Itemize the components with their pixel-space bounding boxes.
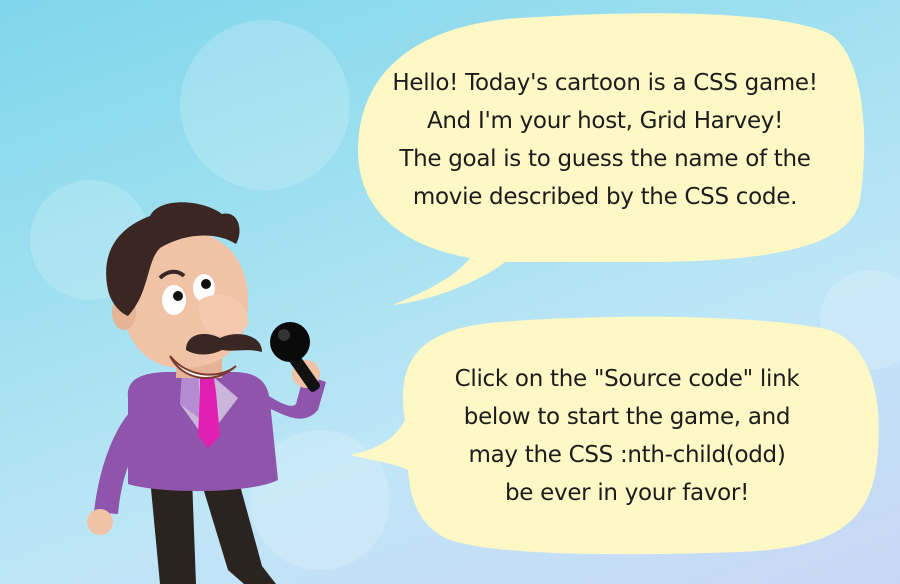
microphone-shine (278, 329, 290, 341)
bubble-top-line: movie described by the CSS code. (412, 184, 798, 210)
speech-bubble-bottom-text: Click on the "Source code" link below to… (418, 360, 836, 512)
host-left-pupil (173, 291, 183, 301)
speech-bubble-top-text: Hello! Today's cartoon is a CSS game! An… (370, 64, 840, 216)
bubble-top-line: And I'm your host, Grid Harvey! (426, 108, 784, 134)
bubble-bottom-line: below to start the game, and (463, 404, 791, 430)
bubble-bottom-line: be ever in your favor! (505, 480, 749, 506)
microphone-head (270, 322, 310, 362)
host-left-hand (87, 509, 113, 535)
host-right-leg (200, 478, 276, 584)
scene-background: Hello! Today's cartoon is a CSS game! An… (0, 0, 900, 584)
host-left-eye (162, 285, 186, 315)
host-left-leg (150, 478, 196, 584)
bubble-top-line: The goal is to guess the name of the (399, 146, 811, 172)
bubble-bottom-line: Click on the "Source code" link (454, 366, 800, 392)
host-right-pupil (201, 279, 211, 289)
bubble-bottom-line: may the CSS :nth-child(odd) (468, 442, 786, 468)
bubble-top-line: Hello! Today's cartoon is a CSS game! (392, 70, 818, 96)
